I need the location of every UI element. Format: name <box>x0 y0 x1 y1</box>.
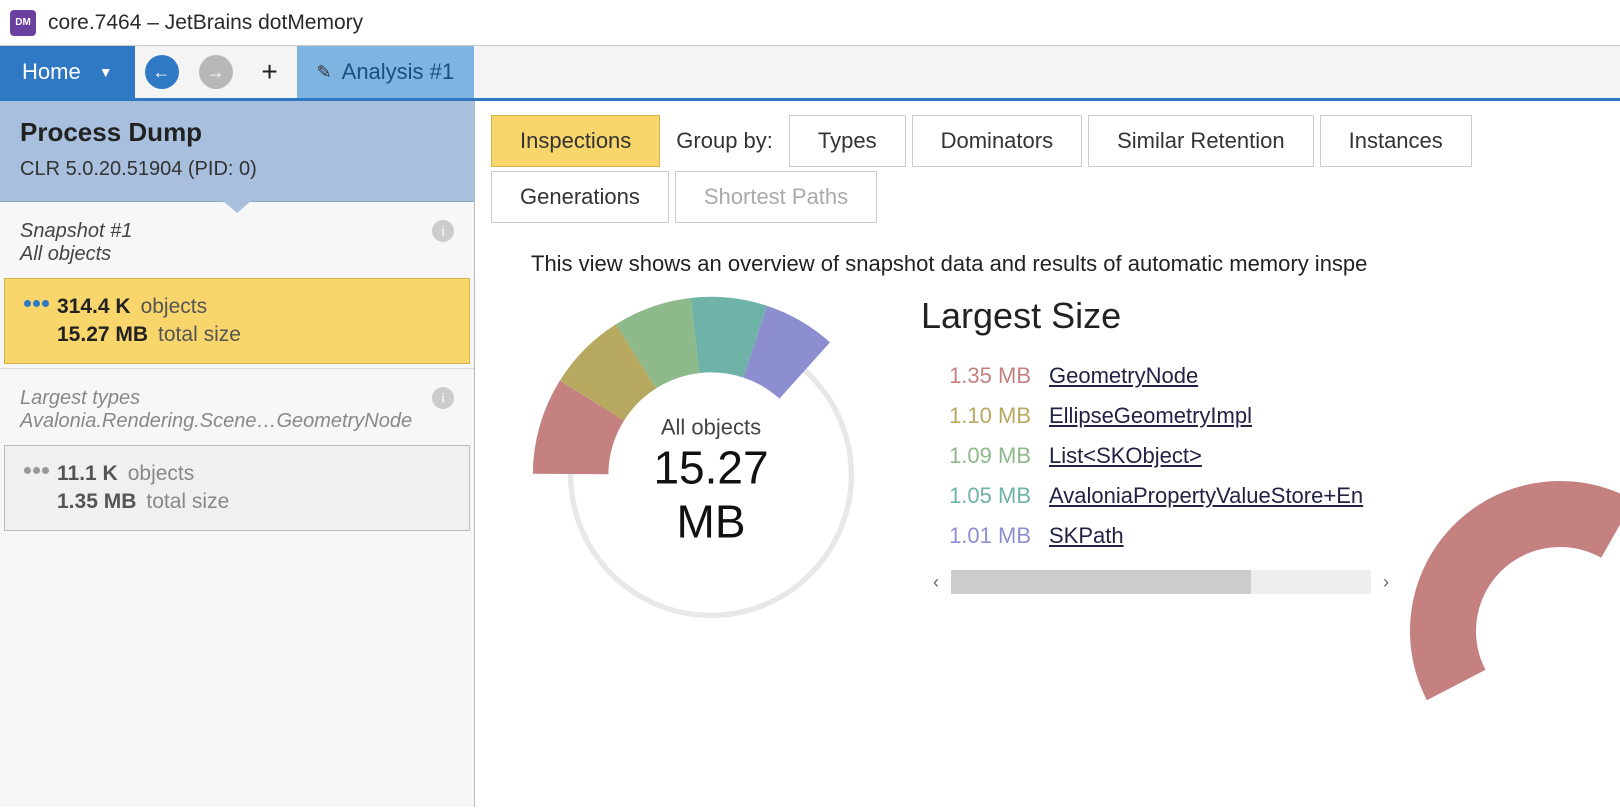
scroll-track[interactable] <box>951 570 1371 594</box>
tab-instances[interactable]: Instances <box>1320 115 1472 167</box>
legend-scrollbar[interactable]: ‹ › <box>921 567 1401 597</box>
tab-shortest-paths[interactable]: Shortest Paths <box>675 171 877 223</box>
chevron-right-icon[interactable]: › <box>1371 567 1401 597</box>
legend-size: 1.09 MB <box>921 443 1031 469</box>
largest-types-header[interactable]: Largest types Avalonia.Rendering.Scene…G… <box>0 368 474 445</box>
legend-row: 1.35 MB GeometryNode <box>921 363 1401 389</box>
content: Inspections Group by: Types Dominators S… <box>475 101 1620 807</box>
snapshot-card-all-objects[interactable]: 314.4 K objects 15.27 MB total size <box>4 278 470 364</box>
tab-types[interactable]: Types <box>789 115 906 167</box>
legend-row: 1.01 MB SKPath <box>921 523 1401 549</box>
tab-similar-retention[interactable]: Similar Retention <box>1088 115 1314 167</box>
legend-size: 1.05 MB <box>921 483 1031 509</box>
card1-count-label: objects <box>141 295 208 319</box>
snapshot-label: Snapshot #1 <box>20 220 454 243</box>
title-bar: core.7464 – JetBrains dotMemory <box>0 0 1620 46</box>
legend-title: Largest Size <box>921 295 1401 337</box>
snapshot-card-largest-types[interactable]: 11.1 K objects 1.35 MB total size <box>4 445 470 531</box>
nav-back-button[interactable]: ← <box>135 46 189 98</box>
objects-icon <box>23 462 50 478</box>
toolbar: Home ▼ ← → + ✎ Analysis #1 <box>0 46 1620 101</box>
pencil-icon: ✎ <box>317 62 332 83</box>
card2-size: 1.35 MB <box>57 490 136 514</box>
legend-link-ellipsegeometry[interactable]: EllipseGeometryImpl <box>1049 403 1252 429</box>
donut-center-value: 15.27 MB <box>621 441 801 549</box>
largest-size-chart[interactable]: All objects 15.27 MB <box>531 295 891 655</box>
add-button[interactable]: + <box>243 46 297 98</box>
nav-forward-button[interactable]: → <box>189 46 243 98</box>
secondary-chart-partial <box>1410 481 1620 781</box>
card1-size-label: total size <box>158 323 241 347</box>
view-tabs: Inspections Group by: Types Dominators S… <box>491 115 1620 167</box>
process-title: Process Dump <box>20 117 454 148</box>
objects-icon <box>23 295 50 311</box>
tab-generations[interactable]: Generations <box>491 171 669 223</box>
largest-sub: Avalonia.Rendering.Scene…GeometryNode <box>20 410 454 433</box>
snapshot-header[interactable]: Snapshot #1 All objects i <box>0 202 474 278</box>
view-description: This view shows an overview of snapshot … <box>531 251 1620 277</box>
card1-size: 15.27 MB <box>57 323 148 347</box>
snapshot-sub: All objects <box>20 243 454 266</box>
info-icon[interactable]: i <box>432 220 454 242</box>
view-tabs-row2: Generations Shortest Paths <box>491 171 1620 223</box>
main: Process Dump CLR 5.0.20.51904 (PID: 0) S… <box>0 101 1620 807</box>
legend-size: 1.10 MB <box>921 403 1031 429</box>
tab-dominators[interactable]: Dominators <box>912 115 1082 167</box>
card2-size-label: total size <box>146 490 229 514</box>
tab-analysis[interactable]: ✎ Analysis #1 <box>297 46 475 98</box>
arrow-left-icon: ← <box>145 55 179 89</box>
legend-size: 1.01 MB <box>921 523 1031 549</box>
process-subtitle: CLR 5.0.20.51904 (PID: 0) <box>20 158 454 181</box>
process-header: Process Dump CLR 5.0.20.51904 (PID: 0) <box>0 101 474 202</box>
legend-row: 1.05 MB AvaloniaPropertyValueStore+En <box>921 483 1401 509</box>
scroll-thumb[interactable] <box>951 570 1251 594</box>
legend-row: 1.09 MB List<SKObject> <box>921 443 1401 469</box>
home-button[interactable]: Home ▼ <box>0 46 135 98</box>
group-by-label: Group by: <box>666 128 783 154</box>
largest-label: Largest types <box>20 387 454 410</box>
legend-link-avaloniaproperty[interactable]: AvaloniaPropertyValueStore+En <box>1049 483 1363 509</box>
plus-icon: + <box>261 56 277 88</box>
card2-count: 11.1 K <box>57 462 118 486</box>
legend-link-list-skobject[interactable]: List<SKObject> <box>1049 443 1202 469</box>
app-icon <box>10 10 36 36</box>
legend-link-geometrynode[interactable]: GeometryNode <box>1049 363 1198 389</box>
chevron-down-icon: ▼ <box>99 64 113 80</box>
legend: Largest Size 1.35 MB GeometryNode 1.10 M… <box>921 295 1401 597</box>
home-label: Home <box>22 59 81 85</box>
donut-center: All objects 15.27 MB <box>621 415 801 549</box>
info-icon[interactable]: i <box>432 387 454 409</box>
tab-inspections[interactable]: Inspections <box>491 115 660 167</box>
legend-size: 1.35 MB <box>921 363 1031 389</box>
window-title: core.7464 – JetBrains dotMemory <box>48 11 363 35</box>
sidebar: Process Dump CLR 5.0.20.51904 (PID: 0) S… <box>0 101 475 807</box>
chevron-left-icon[interactable]: ‹ <box>921 567 951 597</box>
legend-row: 1.10 MB EllipseGeometryImpl <box>921 403 1401 429</box>
arrow-right-icon: → <box>199 55 233 89</box>
card1-count: 314.4 K <box>57 295 131 319</box>
card2-count-label: objects <box>128 462 195 486</box>
donut-center-label: All objects <box>621 415 801 441</box>
tab-analysis-label: Analysis #1 <box>342 59 455 85</box>
legend-link-skpath[interactable]: SKPath <box>1049 523 1124 549</box>
